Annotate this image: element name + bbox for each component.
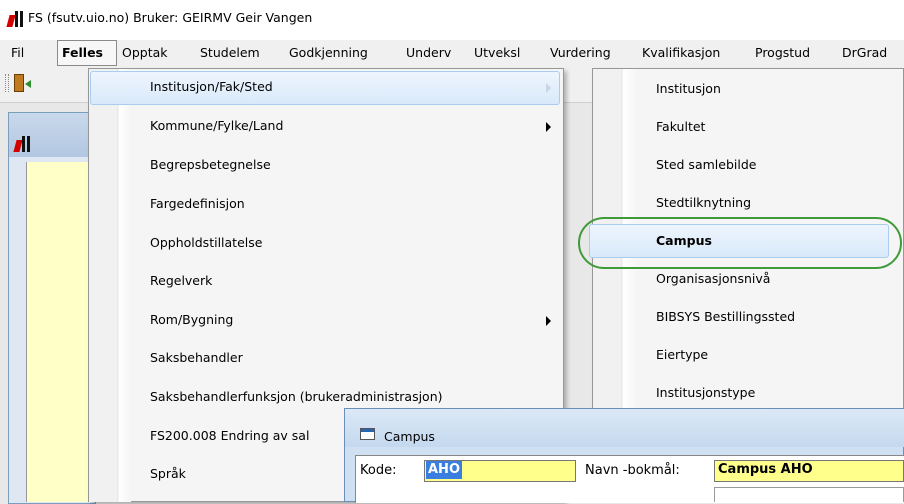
menu-item-kommune-fylke-land[interactable]: Kommune/Fylke/Land [150,118,283,133]
submenu-arrow-icon [546,83,551,93]
toolbar-grip-icon[interactable] [5,74,9,92]
menu-vurdering[interactable]: Vurdering [550,45,611,60]
menu-progstud[interactable]: Progstud [755,45,810,60]
submenu-arrow-icon [546,316,551,326]
submenu-item-bibsys-bestillingssted[interactable]: BIBSYS Bestillingssted [656,309,795,324]
menu-kvalifikasjon[interactable]: Kvalifikasjon [642,45,720,60]
menu-fil[interactable]: Fil [11,45,24,60]
window-title: FS (fsutv.uio.no) Bruker: GEIRMV Geir Va… [28,10,313,25]
menu-underv[interactable]: Underv [406,45,451,60]
background-window-content [26,162,97,502]
exit-door-icon[interactable] [14,74,24,92]
submenu-item-stedtilknytning[interactable]: Stedtilknytning [656,195,751,210]
submenu-item-institusjon[interactable]: Institusjon [656,81,721,96]
secondary-input[interactable] [714,487,904,502]
menu-item-begrepsbetegnelse[interactable]: Begrepsbetegnelse [150,157,271,172]
window-icon [360,428,375,440]
menu-item-regelverk[interactable]: Regelverk [150,273,212,288]
submenu-item-sted-samlebilde[interactable]: Sted samlebilde [656,157,756,172]
background-window-logo-icon [13,136,31,152]
submenu-arrow-icon [546,122,551,132]
menu-item-saksbehandlerfunksjon[interactable]: Saksbehandlerfunksjon (brukeradministras… [150,389,443,404]
submenu-item-institusjonstype[interactable]: Institusjonstype [656,385,755,400]
menu-item-saksbehandler[interactable]: Saksbehandler [150,350,243,365]
menu-item-sprak[interactable]: Språk [150,466,186,481]
submenu-item-eiertype[interactable]: Eiertype [656,347,708,362]
campus-window-title: Campus [384,429,435,444]
menu-drgrad[interactable]: DrGrad [842,45,887,60]
felles-dropdown-gutter [89,69,131,502]
menu-item-fargedefinisjon[interactable]: Fargedefinisjon [150,196,245,211]
menu-item-fs200-008[interactable]: FS200.008 Endring av sal [150,428,309,443]
menu-opptak[interactable]: Opptak [122,45,168,60]
kode-label: Kode: [360,463,397,478]
campus-highlight-ring [578,217,902,269]
menu-studelem[interactable]: Studelem [200,45,260,60]
submenu-item-organisasjonsniva[interactable]: Organisasjonsnivå [656,271,770,286]
exit-arrow-icon [25,80,31,88]
menu-item-oppholdstillatelse[interactable]: Oppholdstillatelse [150,235,262,250]
app-logo-icon [6,11,24,27]
menu-item-institusjon-fak-sted[interactable]: Institusjon/Fak/Sted [150,79,273,94]
submenu-item-fakultet[interactable]: Fakultet [656,119,705,134]
menu-utveksl[interactable]: Utveksl [474,45,520,60]
menu-godkjenning[interactable]: Godkjenning [289,45,368,60]
menu-item-rom-bygning[interactable]: Rom/Bygning [150,312,233,327]
kode-value: AHO [426,461,462,479]
menu-felles[interactable]: Felles [62,45,103,60]
navn-bokmal-value: Campus AHO [718,462,813,477]
navn-bokmal-label: Navn -bokmål: [585,463,680,478]
